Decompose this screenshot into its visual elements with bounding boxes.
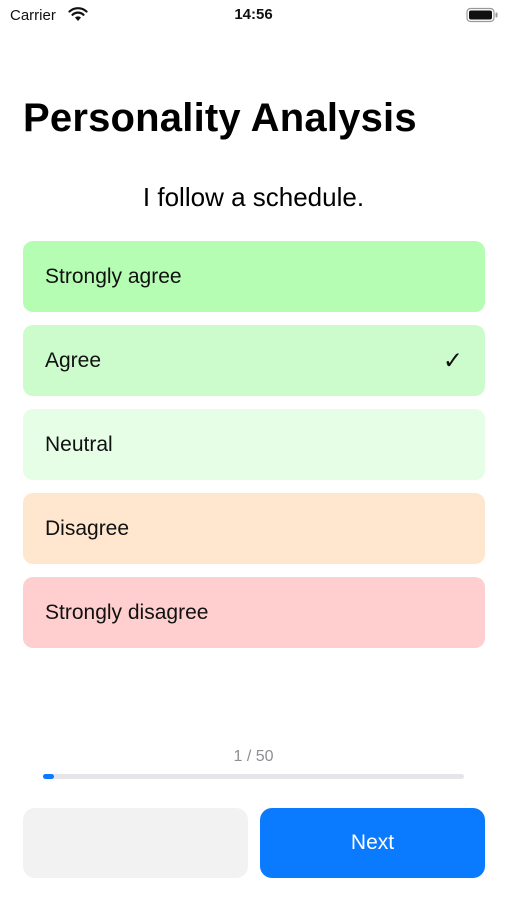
status-bar: Carrier 14:56 (0, 0, 507, 30)
next-button[interactable]: Next (260, 808, 485, 878)
question-text: I follow a schedule. (142, 182, 365, 212)
answer-options: Strongly agree Agree ✓ Neutral Disagree … (23, 241, 485, 661)
checkmark-icon: ✓ (442, 347, 463, 374)
option-disagree[interactable]: Disagree (23, 493, 485, 564)
page-title: Personality Analysis (23, 96, 417, 140)
battery-icon (466, 7, 498, 23)
option-label: Disagree (45, 516, 130, 540)
progress-fill (43, 774, 54, 779)
option-label: Strongly disagree (45, 600, 209, 624)
option-strongly-agree[interactable]: Strongly agree (23, 241, 485, 312)
option-neutral[interactable]: Neutral (23, 409, 485, 480)
previous-button[interactable] (23, 808, 248, 878)
status-time: 14:56 (234, 6, 273, 23)
progress-bar (43, 774, 464, 779)
option-agree[interactable]: Agree ✓ (23, 325, 485, 396)
option-label: Neutral (45, 432, 113, 456)
option-label: Strongly agree (45, 264, 182, 288)
option-label: Agree (45, 348, 102, 372)
progress-counter: 1 / 50 (233, 748, 274, 765)
option-strongly-disagree[interactable]: Strongly disagree (23, 577, 485, 648)
